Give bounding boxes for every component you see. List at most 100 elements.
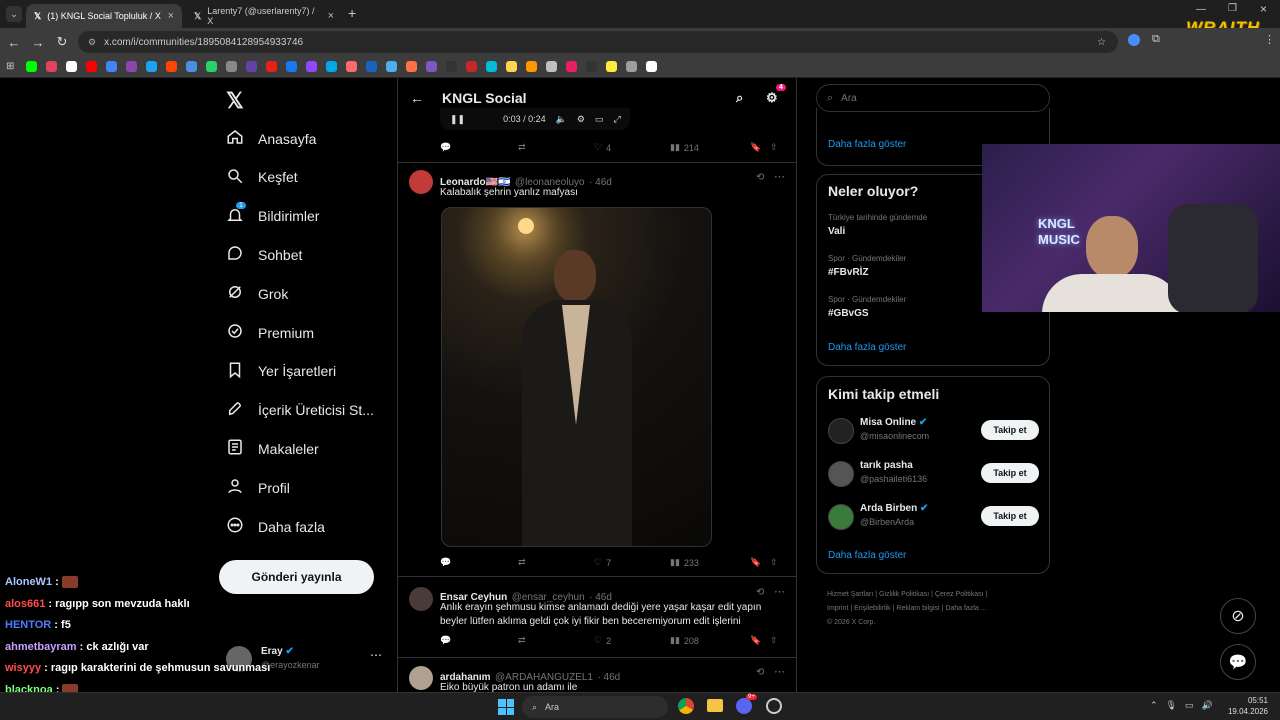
bookmark-favicon-icon[interactable] (206, 61, 217, 72)
close-window-icon[interactable]: × (1260, 2, 1267, 16)
follow-button[interactable]: Takip et (981, 506, 1039, 526)
bookmark-icon[interactable]: 🔖 (750, 142, 770, 153)
tweet[interactable]: ardahanım @ARDAHANGUZEL1 · 46d ⟲ ⋯ Eiko … (398, 658, 796, 692)
nav-item-premium[interactable]: Premium (226, 322, 314, 343)
minimize-icon[interactable]: — (1196, 4, 1206, 15)
reply-icon[interactable]: 💬 (440, 635, 518, 646)
x-logo-icon[interactable]: 𝕏 (226, 88, 244, 114)
like-button[interactable]: ♡ 4 (594, 142, 670, 153)
reload-icon[interactable]: ↻ (50, 34, 74, 50)
footer-link[interactable]: Imprint (827, 605, 848, 612)
nav-item-home[interactable]: Anasayfa (226, 128, 316, 149)
grok-icon[interactable]: ⟲ (756, 587, 764, 598)
video-controls[interactable]: ❚❚ 0:03 / 0:24 🔈 ⚙ ▭ ⤢ (440, 108, 630, 130)
puzzle-icon[interactable]: ⧉ (1152, 33, 1160, 46)
messages-fab[interactable]: 💬 (1220, 644, 1256, 680)
settings-icon[interactable]: ⚙ (577, 114, 585, 125)
grok-icon[interactable]: ⟲ (756, 172, 764, 183)
nav-item-search[interactable]: Keşfet (226, 167, 298, 188)
bookmark-favicon-icon[interactable] (66, 61, 77, 72)
menu-icon[interactable]: ⋮ (1264, 33, 1275, 46)
bookmark-favicon-icon[interactable] (166, 61, 177, 72)
bookmark-favicon-icon[interactable] (126, 61, 137, 72)
footer-link[interactable]: Daha fazla ... (945, 605, 986, 612)
views-button[interactable]: ▮▮ 233 (670, 557, 750, 568)
post-button[interactable]: Gönderi yayınla (219, 560, 374, 594)
bookmark-icon[interactable]: 🔖 (750, 635, 770, 646)
trend-item[interactable]: Spor · Gündemdekiler #GBvGS (828, 295, 906, 319)
bookmark-favicon-icon[interactable] (286, 61, 297, 72)
settings-icon[interactable]: ⚙ (766, 90, 778, 106)
bookmark-favicon-icon[interactable] (566, 61, 577, 72)
clock[interactable]: 05:51 19.04.2026 (1224, 695, 1268, 717)
avatar[interactable] (828, 504, 854, 530)
bookmark-icon[interactable]: 🔖 (750, 557, 770, 568)
bookmark-favicon-icon[interactable] (486, 61, 497, 72)
bookmark-favicon-icon[interactable] (506, 61, 517, 72)
trend-item[interactable]: Türkiye tarihinde gündemde Vali (828, 213, 927, 237)
taskbar-search[interactable]: ⌕ Ara (522, 696, 668, 718)
nav-item-grok[interactable]: Grok (226, 283, 288, 304)
tweet[interactable]: Ensar Ceyhun @ensar_ceyhun · 46d ⟲ ⋯ Anl… (398, 577, 796, 657)
follow-button[interactable]: Takip et (981, 463, 1039, 483)
show-more-link[interactable]: Daha fazla göster (828, 342, 906, 353)
chevron-up-icon[interactable]: ⌃ (1150, 700, 1158, 711)
bookmark-favicon-icon[interactable] (386, 61, 397, 72)
retweet-icon[interactable]: ⇄ (518, 557, 594, 568)
nav-item-profile[interactable]: Profil (226, 477, 290, 498)
bookmark-favicon-icon[interactable] (446, 61, 457, 72)
bookmark-favicon-icon[interactable] (226, 61, 237, 72)
bookmark-favicon-icon[interactable] (366, 61, 377, 72)
volume-icon[interactable]: 🔈 (556, 114, 567, 125)
show-more-link[interactable]: Daha fazla göster (828, 550, 906, 561)
grok-icon[interactable]: ⟲ (756, 667, 764, 678)
pause-icon[interactable]: ❚❚ (450, 114, 465, 125)
bookmark-favicon-icon[interactable] (186, 61, 197, 72)
nav-item-rocket[interactable]: İçerik Üreticisi St... (226, 400, 374, 421)
search-icon[interactable]: ⌕ (736, 90, 743, 106)
bookmark-favicon-icon[interactable] (426, 61, 437, 72)
more-dots-icon[interactable]: ⋯ (774, 585, 785, 598)
tab-larenty7[interactable]: 𝕏 Larenty7 (@userlarenty7) / X × (186, 4, 342, 28)
bookmark-favicon-icon[interactable] (626, 61, 637, 72)
discord-icon[interactable] (736, 698, 752, 714)
app-icon[interactable] (766, 698, 782, 714)
url-input[interactable]: ⚙ x.com/i/communities/189508412895493374… (78, 31, 1118, 53)
footer-link[interactable]: Çerez Politikası (935, 591, 984, 598)
bookmark-favicon-icon[interactable] (546, 61, 557, 72)
more-dots-icon[interactable]: ⋯ (774, 665, 785, 678)
nav-item-more[interactable]: Daha fazla (226, 516, 325, 537)
share-icon[interactable]: ⇧ (770, 557, 778, 568)
follow-button[interactable]: Takip et (981, 420, 1039, 440)
close-icon[interactable]: × (328, 10, 334, 22)
share-icon[interactable]: ⇧ (770, 635, 778, 646)
bookmark-favicon-icon[interactable] (26, 61, 37, 72)
suggestion-name[interactable]: Misa Online ✔ (860, 417, 927, 428)
nav-item-bell[interactable]: 1 Bildirimler (226, 201, 319, 227)
avatar[interactable] (828, 461, 854, 487)
footer-link[interactable]: Hizmet Şartları (827, 591, 873, 598)
apps-icon[interactable]: ⊞ (6, 61, 20, 72)
suggestion-name[interactable]: tarık pasha (860, 460, 913, 471)
avatar[interactable] (828, 418, 854, 444)
back-icon[interactable]: ← (2, 35, 26, 50)
new-tab-button[interactable]: + (348, 5, 356, 21)
reply-icon[interactable]: 💬 (440, 557, 518, 568)
bookmark-favicon-icon[interactable] (326, 61, 337, 72)
pip-icon[interactable]: ▭ (595, 114, 604, 125)
extensions-icon[interactable] (1128, 34, 1140, 46)
bookmark-favicon-icon[interactable] (646, 61, 657, 72)
like-button[interactable]: ♡ 7 (594, 557, 670, 568)
maximize-icon[interactable]: ❐ (1228, 3, 1237, 14)
views-button[interactable]: ▮▮ 214 (670, 142, 750, 153)
bookmark-favicon-icon[interactable] (246, 61, 257, 72)
suggestion-name[interactable]: Arda Birben ✔ (860, 503, 928, 514)
bookmark-favicon-icon[interactable] (146, 61, 157, 72)
folder-icon[interactable] (707, 699, 723, 712)
retweet-icon[interactable]: ⇄ (518, 142, 594, 153)
views-button[interactable]: ▮▮ 208 (670, 635, 750, 646)
like-button[interactable]: ♡ 2 (594, 635, 670, 646)
bookmark-favicon-icon[interactable] (346, 61, 357, 72)
close-icon[interactable]: × (168, 10, 174, 22)
speaker-icon[interactable]: 🔊 (1202, 700, 1213, 711)
